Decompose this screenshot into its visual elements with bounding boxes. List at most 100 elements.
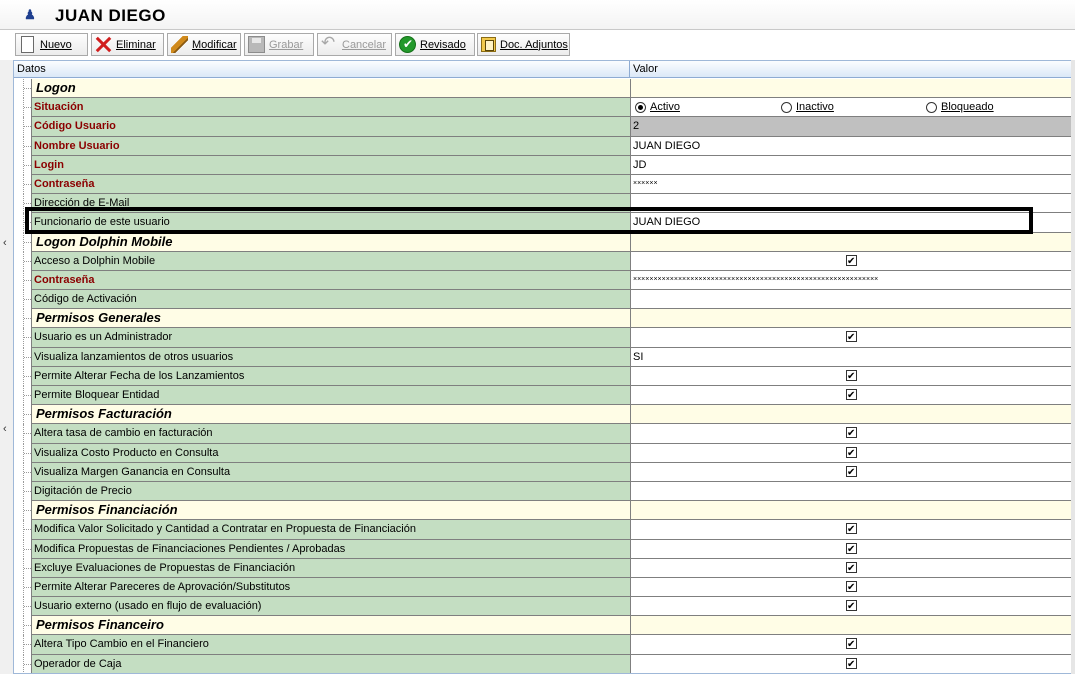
field-value-cell[interactable]	[630, 443, 1071, 463]
field-label: Usuario externo (usado en flujo de evalu…	[31, 597, 630, 617]
field-value-cell[interactable]	[630, 290, 1071, 310]
checkbox[interactable]	[846, 387, 857, 404]
reviewed-button[interactable]: Revisado	[395, 33, 475, 56]
radio-button[interactable]	[635, 101, 646, 113]
field-label: Altera Tipo Cambio en el Financiero	[31, 635, 630, 655]
grid-header: Datos Valor	[14, 61, 1071, 78]
grid-field-row[interactable]: Altera tasa de cambio en facturación	[14, 424, 1071, 444]
grid-field-row[interactable]: Situación Activo Inactivo Bloqueado	[14, 98, 1071, 118]
field-value-cell[interactable]	[630, 424, 1071, 444]
text-value: JUAN DIEGO	[633, 139, 701, 152]
delete-x-icon	[95, 36, 112, 53]
field-label: Permite Bloquear Entidad	[31, 386, 630, 406]
attachments-button-label: Doc. Adjuntos	[500, 38, 568, 51]
cancel-button[interactable]: Cancelar	[317, 33, 392, 56]
grid-field-row[interactable]: Permite Alterar Fecha de los Lanzamiento…	[14, 366, 1071, 386]
radio-option-inactivo[interactable]: Inactivo	[781, 98, 834, 116]
checkbox[interactable]	[846, 656, 857, 673]
field-value-cell[interactable]	[630, 328, 1071, 348]
grid-field-row[interactable]: Código de Activación	[14, 290, 1071, 310]
reviewed-button-label: Revisado	[420, 38, 466, 51]
checkbox[interactable]	[846, 368, 857, 385]
radio-button[interactable]	[926, 101, 937, 113]
modify-button[interactable]: Modificar	[167, 33, 241, 56]
grid-field-row[interactable]: Modifica Propuestas de Financiaciones Pe…	[14, 539, 1071, 559]
field-value-cell[interactable]: Activo Inactivo Bloqueado	[630, 98, 1071, 118]
radio-option-bloqueado[interactable]: Bloqueado	[926, 98, 994, 116]
field-label: Acceso a Dolphin Mobile	[31, 251, 630, 271]
field-label: Permite Alterar Fecha de los Lanzamiento…	[31, 366, 630, 386]
grid-field-row[interactable]: Contraseña ××××××	[14, 174, 1071, 195]
field-value-cell[interactable]: JD	[630, 155, 1071, 175]
field-value-cell[interactable]	[630, 366, 1071, 386]
checkbox[interactable]	[846, 521, 857, 538]
attachments-button[interactable]: Doc. Adjuntos	[477, 33, 570, 56]
grid-field-row[interactable]: Login JD	[14, 155, 1071, 175]
field-value-cell[interactable]	[630, 251, 1071, 271]
grid-field-row[interactable]: Visualiza lanzamientos de otros usuarios…	[14, 347, 1071, 367]
vertical-scrollbar[interactable]	[1071, 60, 1075, 674]
grid-field-row[interactable]: Permite Alterar Pareceres de Aprovación/…	[14, 577, 1071, 598]
field-value-cell[interactable]: ××××××××××××××××××××××××××××××××××××××××…	[630, 270, 1071, 291]
section-value-cell	[630, 232, 1071, 252]
grid-field-row[interactable]: Permite Bloquear Entidad	[14, 386, 1071, 406]
field-value-cell[interactable]: JUAN DIEGO	[630, 213, 1071, 233]
grid-field-row[interactable]: Usuario externo (usado en flujo de evalu…	[14, 597, 1071, 617]
delete-button[interactable]: Eliminar	[91, 33, 164, 56]
checkbox[interactable]	[846, 541, 857, 558]
save-button[interactable]: Grabar	[244, 33, 314, 56]
field-value-cell[interactable]: SI	[630, 347, 1071, 367]
field-value-cell[interactable]	[630, 558, 1071, 578]
checkbox[interactable]	[846, 253, 857, 270]
grid-field-row[interactable]: Visualiza Margen Ganancia en Consulta	[14, 462, 1071, 482]
checkbox[interactable]	[846, 560, 857, 577]
radio-button[interactable]	[781, 101, 792, 113]
column-divider[interactable]	[629, 61, 630, 78]
field-value-cell[interactable]	[630, 597, 1071, 617]
field-value-cell[interactable]	[630, 654, 1071, 673]
grid-field-row[interactable]: Usuario es un Administrador	[14, 328, 1071, 348]
grid-field-row[interactable]: Visualiza Costo Producto en Consulta	[14, 443, 1071, 463]
field-value-cell[interactable]	[630, 539, 1071, 559]
checkbox[interactable]	[846, 636, 857, 654]
grid-field-row[interactable]: Modifica Valor Solicitado y Cantidad a C…	[14, 520, 1071, 540]
field-value-cell[interactable]	[630, 386, 1071, 406]
field-value-cell[interactable]: 2	[630, 117, 1071, 137]
grid-field-row[interactable]: Acceso a Dolphin Mobile	[14, 251, 1071, 271]
side-collapse-strip[interactable]: ‹ ‹	[0, 60, 13, 674]
field-value-cell[interactable]	[630, 520, 1071, 540]
column-header-valor[interactable]: Valor	[633, 63, 658, 75]
field-value-cell[interactable]	[630, 635, 1071, 655]
checkbox[interactable]	[846, 445, 857, 462]
radio-option-activo[interactable]: Activo	[635, 98, 680, 116]
grid-field-row[interactable]: Altera Tipo Cambio en el Financiero	[14, 635, 1071, 655]
collapse-left-icon[interactable]: ‹	[3, 237, 7, 249]
field-value-cell[interactable]	[630, 577, 1071, 598]
grid-section-row: Logon	[14, 79, 1071, 99]
grid-field-row[interactable]: Operador de Caja	[14, 654, 1071, 673]
checkbox[interactable]	[846, 329, 857, 347]
grid-field-row[interactable]: Digitación de Precio	[14, 481, 1071, 502]
grid-field-row[interactable]: Nombre Usuario JUAN DIEGO	[14, 136, 1071, 156]
field-value-cell[interactable]: ××××××	[630, 174, 1071, 195]
field-label: Modifica Propuestas de Financiaciones Pe…	[31, 539, 630, 559]
new-button[interactable]: Nuevo	[15, 33, 88, 56]
grid-field-row[interactable]: Funcionario de este usuario JUAN DIEGO	[14, 213, 1071, 233]
checkbox[interactable]	[846, 464, 857, 481]
field-value-cell[interactable]	[630, 481, 1071, 502]
field-value-cell[interactable]	[630, 462, 1071, 482]
radio-label: Activo	[650, 101, 680, 114]
user-icon: ♟	[24, 7, 36, 22]
grid-field-row[interactable]: Dirección de E-Mail	[14, 194, 1071, 214]
checkbox[interactable]	[846, 579, 857, 596]
field-value-cell[interactable]	[630, 194, 1071, 214]
grid-field-row[interactable]: Excluye Evaluaciones de Propuestas de Fi…	[14, 558, 1071, 578]
grid-field-row[interactable]: Código Usuario 2	[14, 117, 1071, 137]
checkbox[interactable]	[846, 425, 857, 443]
checkbox[interactable]	[846, 598, 857, 615]
collapse-left-icon[interactable]: ‹	[3, 423, 7, 435]
field-value-cell[interactable]: JUAN DIEGO	[630, 136, 1071, 156]
column-header-datos[interactable]: Datos	[17, 63, 46, 75]
grid-field-row[interactable]: Contraseña ××××××××××××××××××××××××××××××…	[14, 270, 1071, 291]
toolbar: Nuevo Eliminar Modificar Grabar Cancelar…	[0, 30, 1075, 60]
